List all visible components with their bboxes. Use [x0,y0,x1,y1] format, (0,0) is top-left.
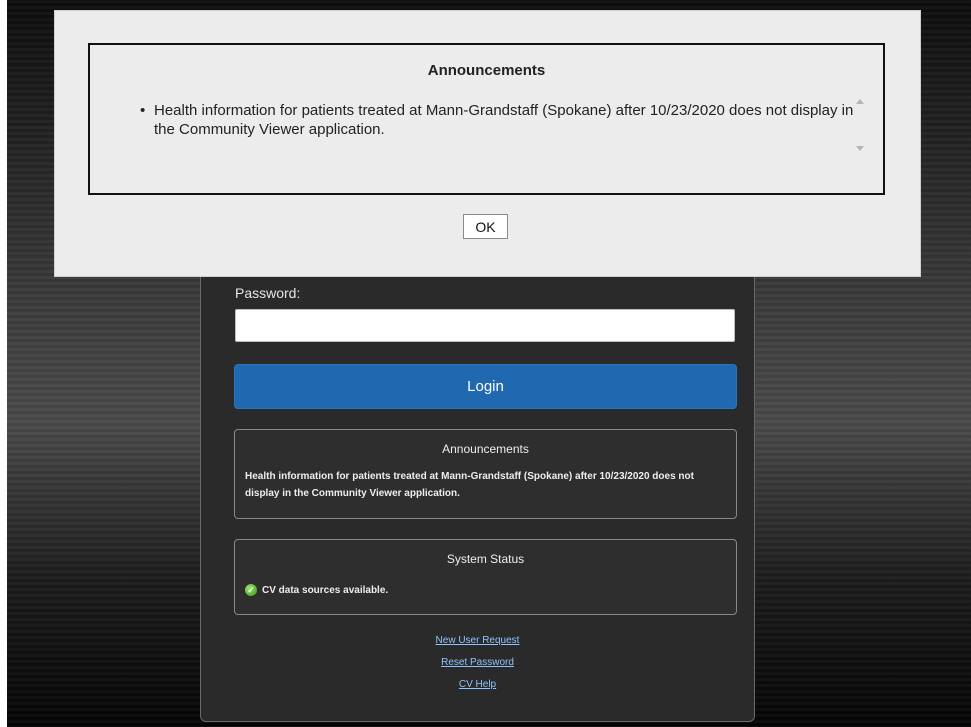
password-label: Password: [235,285,301,301]
system-status-panel: System Status ✓ CV data sources availabl… [234,539,737,615]
cv-help-link[interactable]: CV Help [201,679,754,690]
reset-password-link[interactable]: Reset Password [201,657,754,668]
announcements-modal: Announcements Health information for pat… [54,10,921,277]
password-input[interactable] [235,309,735,342]
scroll-down-icon[interactable] [856,146,864,151]
new-user-request-link[interactable]: New User Request [201,635,754,646]
announcements-panel-title: Announcements [442,442,529,456]
check-circle-icon: ✓ [245,584,257,596]
login-button[interactable]: Login [234,364,737,409]
announcement-item: Health information for patients treated … [140,101,854,139]
modal-title: Announcements [427,62,546,79]
login-panel: Password: Login Announcements Health inf… [200,200,755,722]
announcements-panel-text: Health information for patients treated … [245,471,694,499]
scroll-up-icon[interactable] [856,99,864,104]
modal-scrollbar[interactable] [853,97,867,163]
system-status-title: System Status [446,552,525,566]
system-status-text: CV data sources available. [262,584,389,596]
announcement-list: Health information for patients treated … [90,101,854,139]
ok-button[interactable]: OK [463,214,508,239]
announcements-modal-content: Announcements Health information for pat… [88,43,885,195]
announcements-panel: Announcements Health information for pat… [234,429,737,519]
system-status-line: ✓ CV data sources available. [235,584,736,596]
footer-links: New User Request Reset Password CV Help [201,635,754,701]
